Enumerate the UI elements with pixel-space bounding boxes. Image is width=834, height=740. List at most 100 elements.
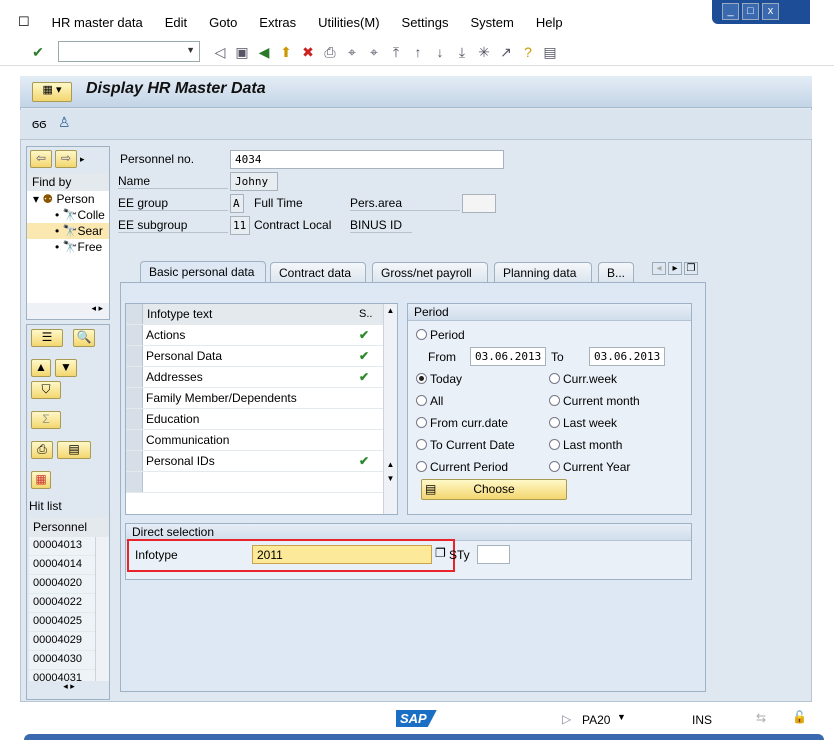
infotype-row[interactable]: Personal Data ✔ [126, 346, 397, 367]
find-next-icon[interactable]: ⌖ [366, 44, 382, 60]
sort-asc-button[interactable]: ▲ [31, 359, 51, 377]
row-selector[interactable] [126, 367, 143, 387]
radio-last-month[interactable]: Last month [549, 438, 622, 452]
hit-list-row[interactable]: 00004029 [29, 632, 95, 651]
sum-button[interactable]: Σ [31, 411, 61, 429]
menu-utilities[interactable]: Utilities(M) [318, 15, 379, 30]
tree-item-selected[interactable]: • 🔭Sear [27, 223, 109, 239]
radio-all[interactable]: All [416, 394, 443, 408]
layout-button[interactable]: ▦ [31, 471, 51, 489]
more-arrow-icon[interactable]: ▸ [80, 150, 85, 170]
print-button[interactable]: ⎙ [31, 441, 53, 459]
back-arrow-button[interactable]: ⇦ [30, 150, 52, 168]
infotype-row[interactable]: Actions ✔ [126, 325, 397, 346]
radio-current-month[interactable]: Current month [549, 394, 640, 408]
infotype-row[interactable]: Addresses ✔ [126, 367, 397, 388]
possible-entries-icon[interactable]: ❐ [435, 546, 446, 560]
tab-more[interactable]: B... [598, 262, 634, 282]
glasses-icon[interactable]: ϭϭ [32, 116, 46, 131]
forward-arrow-button[interactable]: ⇨ [55, 150, 77, 168]
infotype-row[interactable]: Personal IDs ✔ [126, 451, 397, 472]
hit-list-row[interactable]: 00004025 [29, 613, 95, 632]
layout-icon[interactable]: ▤ [542, 44, 558, 60]
radio-current-year[interactable]: Current Year [549, 460, 630, 474]
personnel-no-input[interactable]: 4034 [230, 150, 504, 169]
infotype-row[interactable]: Education [126, 409, 397, 430]
radio-from-curr-date[interactable]: From curr.date [416, 416, 508, 430]
tree-item[interactable]: • 🔭Free [27, 239, 109, 255]
next-page-icon[interactable]: ↓ [432, 44, 448, 60]
first-page-icon[interactable]: ⤒ [388, 44, 404, 60]
tab-gross-net-payroll[interactable]: Gross/net payroll [372, 262, 488, 282]
minimize-icon[interactable]: _ [722, 3, 739, 20]
horizontal-scrollbar[interactable]: ◂ ▸ [27, 303, 109, 319]
infotype-input[interactable]: 2011 [252, 545, 432, 564]
radio-curr-week[interactable]: Curr.week [549, 372, 617, 386]
details-button[interactable]: ☰ [31, 329, 63, 347]
horizontal-scrollbar[interactable]: ◂ ▸ [29, 681, 109, 697]
filter-button[interactable]: ⛉ [31, 381, 61, 399]
close-icon[interactable]: x [762, 3, 779, 20]
sort-desc-button[interactable]: ▼ [55, 359, 77, 377]
row-selector[interactable] [126, 451, 143, 471]
tab-contract-data[interactable]: Contract data [270, 262, 366, 282]
status-expand-icon[interactable]: ▷ [562, 712, 571, 726]
tcode-dropdown-icon[interactable]: ▼ [617, 712, 626, 722]
menu-system[interactable]: System [471, 15, 514, 30]
radio-current-period[interactable]: Current Period [416, 460, 508, 474]
shortcut-icon[interactable]: ↗ [498, 44, 514, 60]
tab-basic-personal-data[interactable]: Basic personal data [140, 261, 266, 283]
menu-goto[interactable]: Goto [209, 15, 237, 30]
find-icon[interactable]: ⌖ [344, 44, 360, 60]
hit-list-row[interactable]: 00004014 [29, 556, 95, 575]
menu-help[interactable]: Help [536, 15, 563, 30]
search-button[interactable]: 🔍 [73, 329, 95, 347]
row-selector[interactable] [126, 346, 143, 366]
hit-list-row[interactable]: 00004022 [29, 594, 95, 613]
maximize-icon[interactable]: □ [742, 3, 759, 20]
menu-edit[interactable]: Edit [165, 15, 187, 30]
tab-left-icon[interactable]: ◂ [652, 262, 666, 275]
hit-list-row[interactable]: 00004013 [29, 537, 95, 556]
menu-extras[interactable]: Extras [259, 15, 296, 30]
from-date-input[interactable]: 03.06.2013 [470, 347, 546, 366]
menu-hr-master-data[interactable]: HR master data [52, 15, 143, 30]
row-selector[interactable] [126, 430, 143, 450]
new-session-icon[interactable]: ✳ [476, 44, 492, 60]
command-field[interactable] [58, 41, 200, 62]
tree-root[interactable]: ▾ ⚉ Person [27, 191, 109, 207]
tab-planning-data[interactable]: Planning data [494, 262, 592, 282]
person-icon[interactable]: ♙ [58, 114, 71, 131]
screen-menu-button[interactable]: ▦ ▾ [32, 82, 72, 102]
last-page-icon[interactable]: ⤓ [454, 44, 470, 60]
help-icon[interactable]: ? [520, 44, 536, 60]
hit-list-row[interactable]: 00004031 [29, 670, 95, 681]
radio-today[interactable]: Today [416, 372, 462, 386]
print-icon[interactable]: ⎙ [322, 44, 338, 60]
vertical-scrollbar[interactable] [95, 537, 109, 681]
choose-button[interactable]: ▤ Choose [421, 479, 567, 500]
hit-list-row[interactable]: 00004030 [29, 651, 95, 670]
infotype-row[interactable]: Family Member/Dependents [126, 388, 397, 409]
tree-item[interactable]: • 🔭Colle [27, 207, 109, 223]
enter-icon[interactable]: ✔ [30, 44, 46, 60]
transaction-code[interactable]: PA20 [582, 713, 610, 727]
hit-list-row[interactable]: 00004020 [29, 575, 95, 594]
radio-to-current-date[interactable]: To Current Date [416, 438, 515, 452]
menu-icon[interactable]: ☐ [18, 14, 30, 30]
export-button[interactable]: ▤ [57, 441, 91, 459]
row-selector[interactable] [126, 409, 143, 429]
back-arrow-icon[interactable]: ◁ [212, 44, 228, 60]
vertical-scrollbar[interactable]: ▲ ▲ ▼ [383, 304, 397, 514]
prev-page-icon[interactable]: ↑ [410, 44, 426, 60]
back-icon[interactable]: ◀ [256, 44, 272, 60]
radio-last-week[interactable]: Last week [549, 416, 617, 430]
tab-list-icon[interactable]: ❐ [684, 262, 698, 275]
save-icon[interactable]: ▣ [234, 44, 250, 60]
menu-settings[interactable]: Settings [402, 15, 449, 30]
cancel-icon[interactable]: ✖ [300, 44, 316, 60]
infotype-row[interactable]: Communication [126, 430, 397, 451]
select-all[interactable] [126, 304, 143, 324]
subtype-input[interactable] [477, 545, 510, 564]
lock-icon[interactable]: 🔓 [792, 710, 807, 724]
